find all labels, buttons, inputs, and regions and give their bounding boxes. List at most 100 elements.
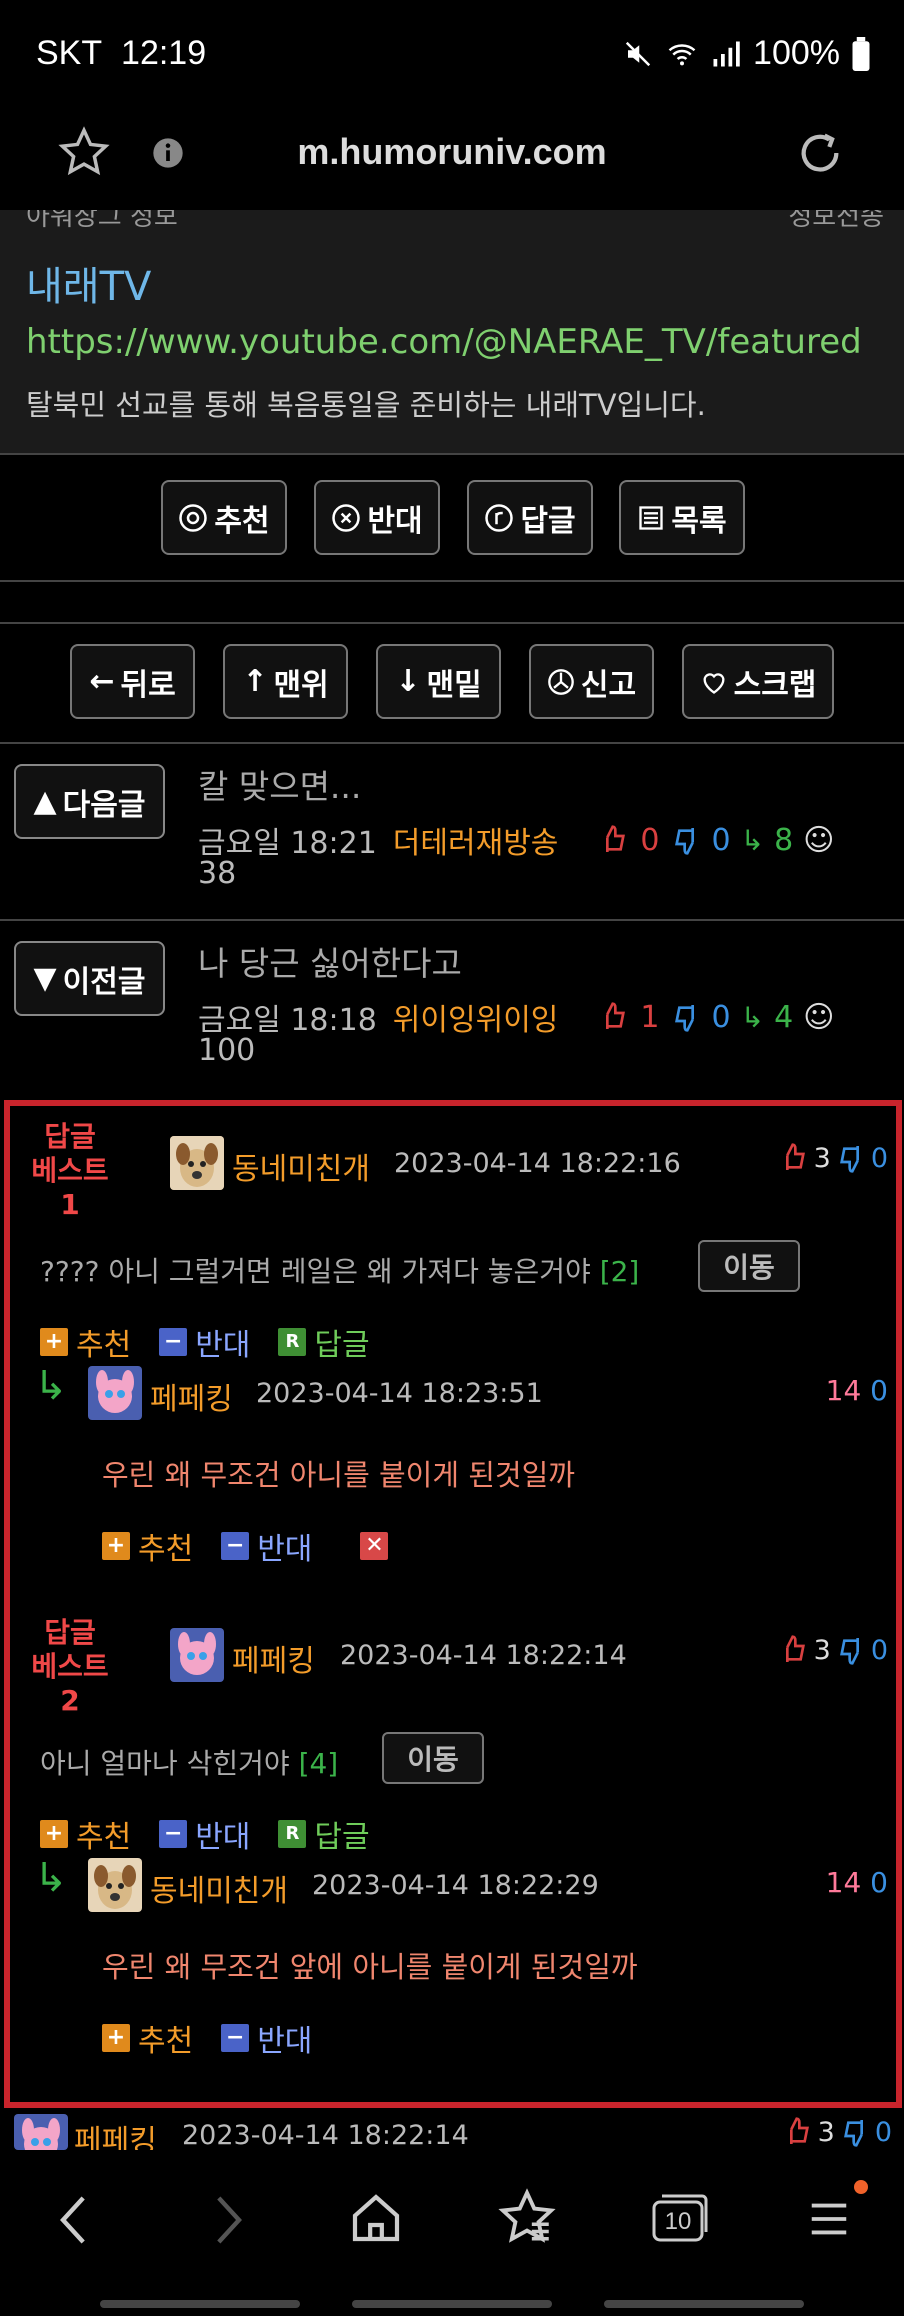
next-post-meta: 금요일 18:21 더테러재방송 0 0 ↳ 8 ☺ — [198, 818, 834, 862]
channel-partial-right: 정보전송 — [788, 210, 884, 232]
comment-author[interactable]: 동네미친개 — [150, 1866, 288, 1910]
thumbs-up-icon[interactable] — [778, 1634, 810, 1666]
comment-text: ???? 아니 그럴거면 레일은 왜 가져다 놓은거야 [2] — [40, 1255, 640, 1288]
best-replies-box: 답글 베스트1 동네미친개 2023-04-14 18:22:16 3 0 ???… — [4, 1100, 902, 2108]
gesture-bar — [604, 2300, 804, 2308]
comment-oppose[interactable]: 반대 — [257, 2016, 312, 2060]
thumbs-up-icon[interactable] — [782, 2116, 814, 2148]
back-button[interactable]: ← 뒤로 — [70, 644, 195, 719]
list-icon — [639, 505, 664, 530]
menu-icon[interactable] — [806, 2196, 852, 2242]
comment-votes: 3 0 — [778, 1634, 888, 1666]
thumbs-down-icon[interactable] — [835, 1142, 867, 1174]
top-button[interactable]: ↑ 맨위 — [223, 644, 348, 719]
plus-icon: + — [102, 1532, 130, 1560]
comment-text: 우린 왜 무조건 앞에 아니를 붙이게 된것일까 — [102, 1950, 638, 1984]
comment-reply[interactable]: 답글 — [314, 1812, 369, 1856]
comment-date: 2023-04-14 18:22:14 — [340, 1640, 627, 1671]
avatar[interactable] — [88, 1366, 142, 1420]
oppose-button[interactable]: 반대 — [314, 480, 440, 555]
gesture-bar — [352, 2300, 552, 2308]
status-bar: SKT 12:19 100% — [0, 0, 904, 105]
comment-recommend[interactable]: 추천 — [138, 2016, 193, 2060]
comment-oppose[interactable]: 반대 — [257, 1524, 312, 1568]
reply-r-icon: R — [278, 1328, 307, 1356]
reply-count: [4] — [298, 1747, 339, 1780]
triangle-down-icon: ▼ — [33, 961, 57, 996]
comment-author[interactable]: 동네미친개 — [232, 1144, 370, 1188]
comment-text: 우린 왜 무조건 아니를 붙이게 된것일까 — [102, 1458, 575, 1492]
bottom-button[interactable]: ↓ 맨밑 — [376, 644, 501, 719]
channel-card: 아워장그 정보 정보전송 내래TV https://www.youtube.co… — [0, 210, 904, 455]
reply-arrow-icon: ↳ — [34, 1855, 68, 1901]
comment-recommend[interactable]: 추천 — [76, 1812, 131, 1856]
thumbs-down-icon[interactable] — [835, 1634, 867, 1666]
list-button[interactable]: 목록 — [619, 480, 745, 555]
comment-recommend[interactable]: 추천 — [76, 1320, 131, 1364]
avatar[interactable] — [88, 1858, 142, 1912]
forward-icon[interactable] — [206, 2192, 250, 2248]
scrap-button[interactable]: 스크랩 — [682, 644, 834, 719]
comment-oppose[interactable]: 반대 — [195, 1812, 250, 1856]
report-button[interactable]: 신고 — [529, 644, 654, 719]
bookmarks-icon[interactable] — [498, 2188, 556, 2246]
next-post-title[interactable]: 칼 맞으면... — [198, 760, 361, 808]
comment-date: 2023-04-14 18:22:29 — [312, 1870, 599, 1901]
recommend-icon — [179, 503, 208, 532]
channel-link[interactable]: https://www.youtube.com/@NAERAE_TV/featu… — [26, 322, 862, 362]
thumbs-down-icon — [674, 1005, 694, 1032]
thumbs-up-icon[interactable] — [778, 1142, 810, 1174]
next-post-replies: 8 — [774, 822, 794, 858]
views-icon: ☺ — [803, 822, 835, 858]
reply-icon — [485, 503, 514, 532]
prev-post-author[interactable]: 위이잉위이잉 — [393, 995, 559, 1039]
avatar[interactable] — [14, 2114, 68, 2150]
prev-post-row[interactable]: ▼ 이전글 나 당근 싫어한다고 금요일 18:18 위이잉위이잉 1 0 ↳ 4… — [0, 921, 904, 1096]
thumbs-up-icon — [606, 1002, 626, 1029]
browser-toolbar: m.humoruniv.com — [0, 105, 904, 210]
avatar[interactable] — [170, 1136, 224, 1190]
comment-recommend[interactable]: 추천 — [138, 1524, 193, 1568]
comment-author[interactable]: 페페킹 — [74, 2116, 157, 2150]
channel-partial-left: 아워장그 정보 — [26, 210, 178, 232]
channel-name[interactable]: 내래TV — [26, 254, 151, 312]
tabs-button[interactable]: 10 — [650, 2192, 708, 2244]
oppose-icon — [332, 503, 361, 532]
move-button[interactable]: 이동 — [382, 1732, 484, 1784]
pepe-avatar-icon — [14, 2114, 68, 2150]
comment-oppose[interactable]: 반대 — [195, 1320, 250, 1364]
comment-date: 2023-04-14 18:22:14 — [182, 2120, 469, 2150]
home-icon[interactable] — [348, 2190, 404, 2246]
back-icon[interactable] — [52, 2192, 96, 2248]
thumbs-down-icon[interactable] — [839, 2116, 871, 2148]
recommend-label: 추천 — [214, 503, 270, 539]
comment-author[interactable]: 페페킹 — [232, 1636, 315, 1680]
reply-button[interactable]: 답글 — [467, 480, 593, 555]
gesture-bar — [100, 2300, 300, 2308]
next-post-author[interactable]: 더테러재방송 — [393, 818, 559, 862]
avatar[interactable] — [170, 1628, 224, 1682]
notification-dot — [854, 2180, 868, 2194]
comment-actions: + 추천 − 반대 — [102, 2016, 312, 2060]
comment-reply[interactable]: 답글 — [314, 1320, 369, 1364]
oppose-label: 반대 — [367, 503, 423, 539]
plus-icon: + — [102, 2024, 130, 2052]
prev-post-button[interactable]: ▼ 이전글 — [14, 941, 165, 1016]
next-post-row[interactable]: ▲ 다음글 칼 맞으면... 금요일 18:21 더테러재방송 0 0 ↳ 8 ☺… — [0, 744, 904, 919]
comment-votes: 14 0 — [825, 1374, 888, 1407]
minus-icon: − — [221, 1532, 250, 1560]
minus-icon: − — [159, 1820, 188, 1848]
heart-icon — [703, 672, 725, 694]
next-post-button[interactable]: ▲ 다음글 — [14, 764, 165, 839]
prev-post-title[interactable]: 나 당근 싫어한다고 — [198, 937, 462, 985]
comment-actions: + 추천 − 반대 R 답글 — [40, 1320, 370, 1364]
wifi-icon — [668, 43, 696, 65]
delete-x-icon[interactable]: ✕ — [360, 1532, 389, 1560]
plus-icon: + — [40, 1328, 68, 1356]
arrow-up-icon: ↑ — [242, 664, 268, 699]
url-text[interactable]: m.humoruniv.com — [0, 131, 904, 173]
comment-author[interactable]: 페페킹 — [150, 1374, 233, 1418]
reload-icon[interactable] — [792, 125, 848, 181]
recommend-button[interactable]: 추천 — [161, 480, 287, 555]
move-button[interactable]: 이동 — [698, 1240, 800, 1292]
